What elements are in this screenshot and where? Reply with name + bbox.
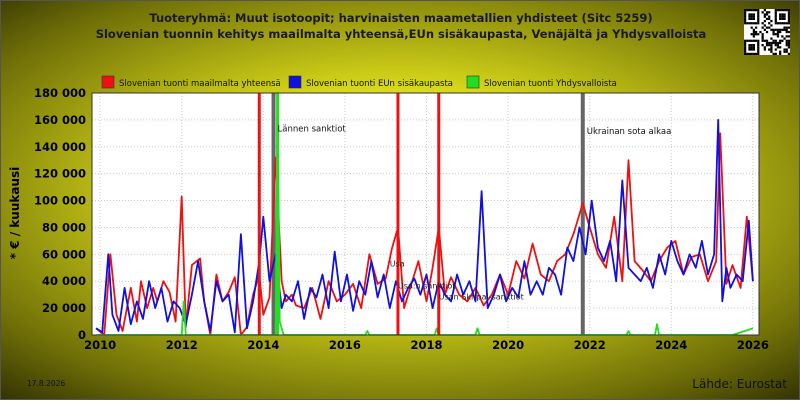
x-tick-label: 2012 xyxy=(166,338,198,352)
x-tick-label: 2014 xyxy=(247,338,279,352)
y-tick-label: 160 000 xyxy=(34,113,86,127)
legend-swatch xyxy=(288,75,302,89)
y-tick-label: 120 000 xyxy=(34,167,86,181)
legend-swatch xyxy=(466,75,480,89)
x-tick-label: 2016 xyxy=(329,338,361,352)
annotation-label: Usan Skripal-sanktiot xyxy=(439,292,524,301)
y-tick-label: 20 000 xyxy=(42,301,86,315)
x-tick-label: 2010 xyxy=(84,338,116,352)
legend-label: Slovenian tuonti Yhdysvalloista xyxy=(484,79,617,89)
y-tick-label: 100 000 xyxy=(34,194,86,208)
source-credit: Lähde: Eurostat xyxy=(692,377,787,391)
y-tick-label: 40 000 xyxy=(42,274,86,288)
y-tick-label: 80 000 xyxy=(42,220,86,234)
legend-swatch xyxy=(101,75,115,89)
annotation-label: Usa:n sanktiot xyxy=(398,282,455,291)
legend-label: Slovenian tuonti maailmalta yhteensä xyxy=(119,79,281,89)
x-tick-label: 2022 xyxy=(574,338,606,352)
x-tick-label: 2024 xyxy=(655,338,687,352)
event-label: Lännen sanktiot xyxy=(278,124,347,134)
x-tick-label: 2018 xyxy=(411,338,443,352)
annotation-label: Usa xyxy=(390,259,405,268)
x-tick-label: 2020 xyxy=(492,338,524,352)
y-tick-label: 180 000 xyxy=(34,86,86,100)
x-tick-label: 2026 xyxy=(737,338,769,352)
publication-date: 17.8.2026 xyxy=(27,379,66,388)
y-tick-label: 60 000 xyxy=(42,247,86,261)
chart-frame: Tuoteryhmä: Muut isotoopit; harvinaisten… xyxy=(0,0,800,400)
y-tick-label: 140 000 xyxy=(34,140,86,154)
event-label: Ukrainan sota alkaa xyxy=(587,127,672,137)
line-chart: 020 00040 00060 00080 000100 000120 0001… xyxy=(34,75,769,352)
legend-label: Slovenian tuonti EUn sisäkaupasta xyxy=(306,79,453,89)
